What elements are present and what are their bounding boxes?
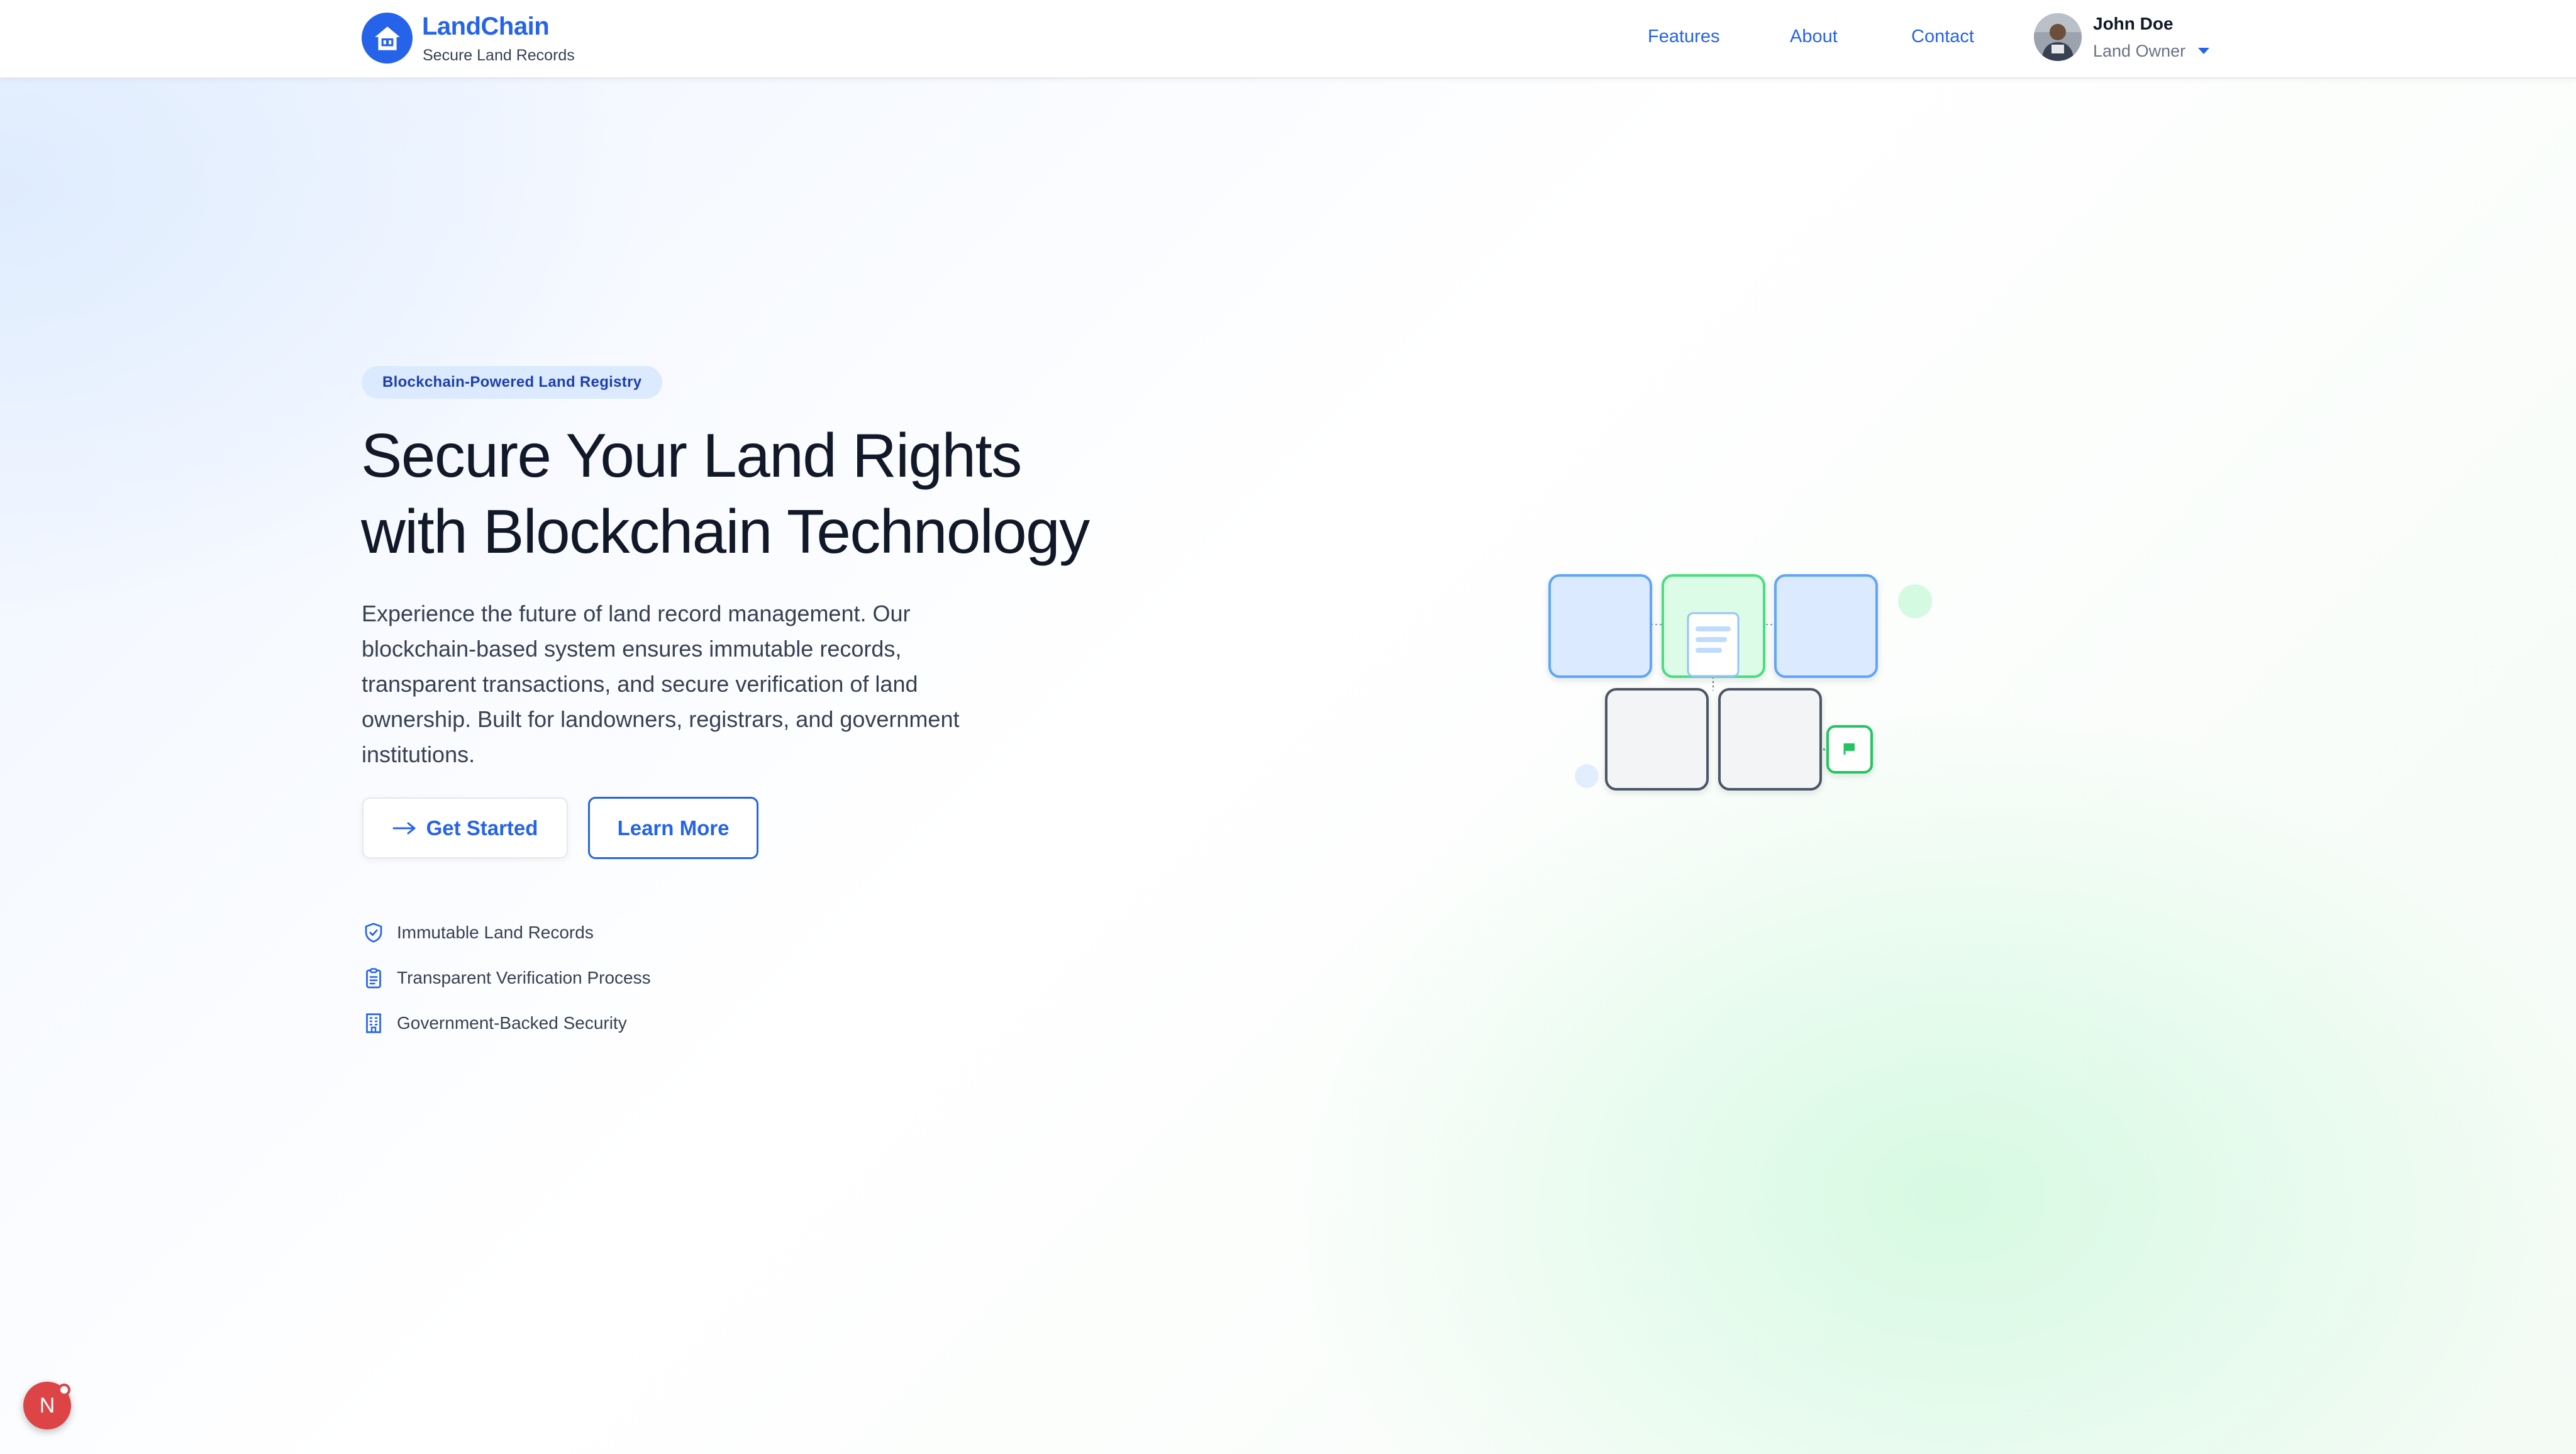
user-name[interactable]: John Doe bbox=[2093, 14, 2174, 34]
feature-item: Transparent Verification Process bbox=[362, 965, 651, 991]
hero-title: Secure Your Land Rights with Blockchain … bbox=[361, 418, 1179, 570]
top-navbar: LandChain Secure Land Records Features A… bbox=[0, 0, 2576, 79]
logo[interactable] bbox=[362, 13, 413, 64]
flag-icon bbox=[1826, 725, 1873, 774]
hero-badge: Blockchain-Powered Land Registry bbox=[362, 366, 663, 399]
feature-label: Government-Backed Security bbox=[397, 1013, 627, 1033]
user-role[interactable]: Land Owner bbox=[2093, 42, 2185, 61]
hero-title-line-1: Secure Your Land Rights bbox=[361, 421, 1022, 490]
feature-label: Immutable Land Records bbox=[397, 923, 594, 942]
block-node bbox=[1605, 688, 1709, 791]
get-started-button[interactable]: Get Started bbox=[362, 797, 568, 858]
blockchain-illustration bbox=[1548, 574, 1932, 791]
nav-link-about[interactable]: About bbox=[1790, 26, 1838, 47]
decor-circle bbox=[1898, 584, 1932, 618]
brand-tagline: Secure Land Records bbox=[423, 47, 575, 64]
get-started-label: Get Started bbox=[426, 816, 538, 840]
building-icon bbox=[362, 1011, 386, 1035]
arrow-right-icon bbox=[392, 822, 416, 834]
user-avatar[interactable] bbox=[2034, 13, 2082, 61]
feature-item: Government-Backed Security bbox=[362, 1011, 627, 1036]
chevron-down-icon[interactable] bbox=[2198, 48, 2209, 54]
decor-circle bbox=[1575, 764, 1599, 788]
block-node bbox=[1718, 688, 1822, 791]
learn-more-button[interactable]: Learn More bbox=[588, 797, 758, 859]
notification-dot-icon bbox=[58, 1384, 70, 1396]
nav-link-features[interactable]: Features bbox=[1648, 26, 1719, 47]
document-icon bbox=[1687, 612, 1740, 677]
feature-label: Transparent Verification Process bbox=[397, 968, 651, 987]
shield-check-icon bbox=[362, 921, 386, 945]
block-node bbox=[1548, 574, 1652, 678]
home-icon bbox=[374, 26, 400, 50]
nav-link-contact[interactable]: Contact bbox=[1911, 26, 1974, 47]
clipboard-icon bbox=[362, 966, 386, 990]
block-node bbox=[1774, 574, 1878, 678]
hero-description: Experience the future of land record man… bbox=[362, 601, 960, 767]
hero-title-line-2: with Blockchain Technology bbox=[361, 497, 1090, 566]
feature-item: Immutable Land Records bbox=[362, 920, 594, 945]
learn-more-label: Learn More bbox=[617, 816, 730, 840]
dev-badge-label: N bbox=[39, 1393, 55, 1418]
brand-name[interactable]: LandChain bbox=[422, 13, 550, 41]
